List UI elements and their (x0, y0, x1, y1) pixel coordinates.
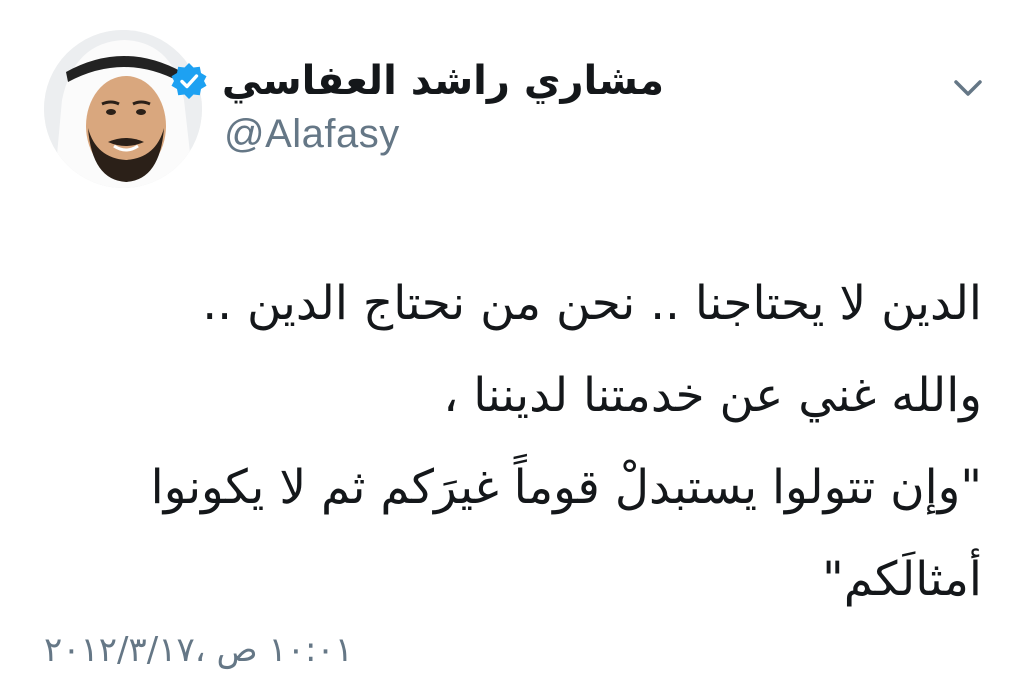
tweet-text-line: أمثالَكم" (822, 552, 982, 607)
avatar[interactable] (44, 30, 202, 188)
author-handle[interactable]: @Alafasy (224, 112, 400, 157)
tweet-text-line: الدين لا يحتاجنا .. نحن من نحتاج الدين .… (202, 276, 982, 331)
author-name-row: مشاري راشد العفاسي (170, 58, 664, 104)
tweet-text: الدين لا يحتاجنا .. نحن من نحتاج الدين .… (42, 258, 982, 626)
tweet-card: مشاري راشد العفاسي @Alafasy الدين لا يحت… (0, 0, 1024, 688)
verified-badge-icon (170, 62, 208, 100)
tweet-text-line: والله غني عن خدمتنا لديننا ، (443, 368, 982, 423)
tweet-timestamp[interactable]: ١٠:٠١ ص ،٢٠١٢/٣/١٧ (44, 630, 353, 670)
author-display-name[interactable]: مشاري راشد العفاسي (222, 58, 664, 104)
chevron-down-icon[interactable] (950, 74, 986, 102)
tweet-text-line: "وإن تتولوا يستبدلْ قوماً غيرَكم ثم لا ي… (150, 460, 982, 515)
tweet-header: مشاري راشد العفاسي @Alafasy (0, 30, 1024, 190)
avatar-photo (44, 30, 202, 188)
